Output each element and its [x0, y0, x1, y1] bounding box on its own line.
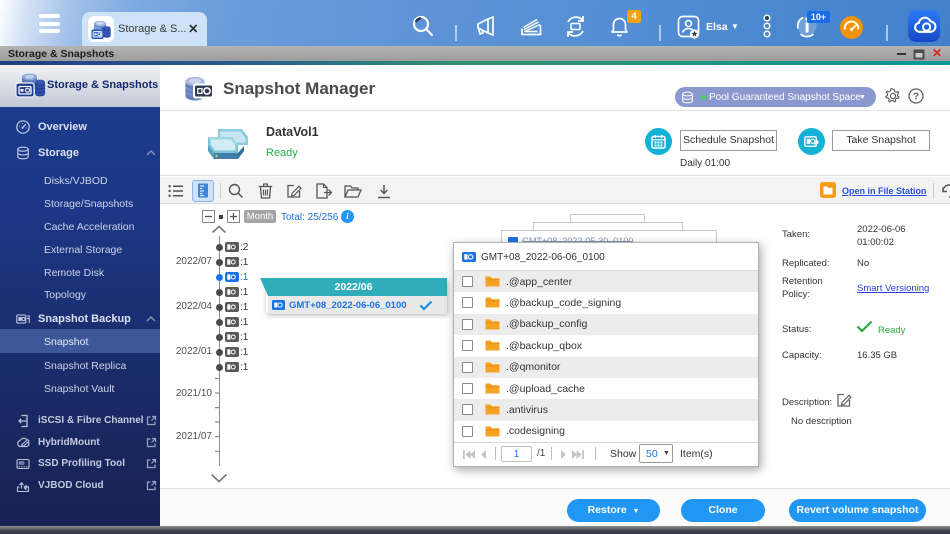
- svg-text:SSD: SSD: [19, 461, 24, 465]
- svg-text:?: ?: [913, 91, 919, 102]
